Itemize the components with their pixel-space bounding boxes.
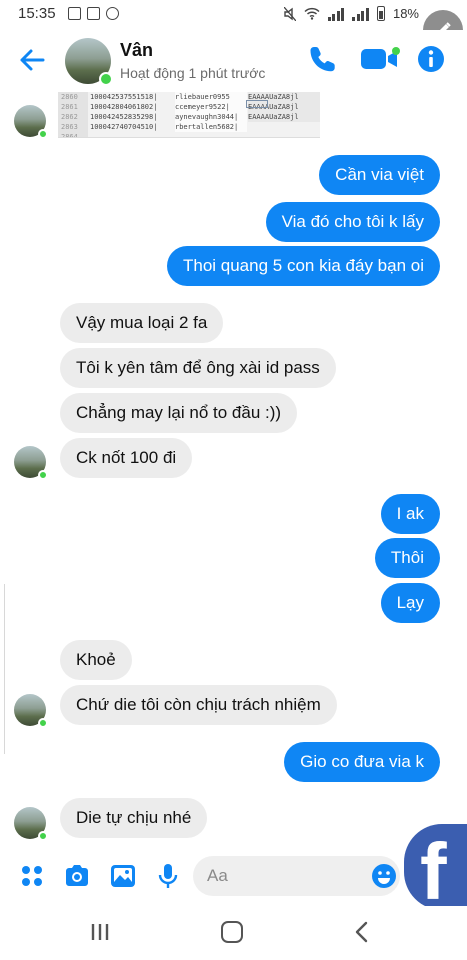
- back-arrow-icon[interactable]: [16, 44, 48, 76]
- signal-icon: [327, 7, 345, 21]
- system-icons: 18%: [283, 6, 419, 21]
- message-bubble-outgoing[interactable]: Gio co đưa via k: [284, 742, 440, 782]
- phone-icon[interactable]: [308, 44, 338, 74]
- edge-panel-handle[interactable]: [0, 584, 5, 754]
- id-column: 100042537551518| 100042804061802| 10004245…: [90, 93, 158, 131]
- system-navigation-bar: [0, 906, 467, 960]
- message-bubble-incoming[interactable]: Vậy mua loại 2 fa: [60, 303, 224, 343]
- wifi-icon: [304, 7, 320, 20]
- status-time: 15:35: [18, 5, 56, 22]
- home-icon[interactable]: [221, 921, 243, 943]
- signal-icon: [352, 7, 369, 21]
- message-bubble-outgoing[interactable]: Via đó cho tôi k lấy: [265, 202, 440, 242]
- recents-icon[interactable]: [90, 923, 110, 941]
- message-bubble-outgoing[interactable]: Thoi quang 5 con kia đáy bạn oi: [166, 246, 440, 286]
- image-icon: [68, 7, 81, 20]
- status-bar: 15:35 18%: [0, 0, 467, 30]
- contact-name[interactable]: Vân: [120, 40, 153, 61]
- message-bubble-incoming[interactable]: Die tự chịu nhé: [60, 798, 208, 838]
- online-indicator: [99, 72, 113, 86]
- conversation-header: Vân Hoạt động 1 phút trước: [0, 30, 467, 92]
- message-input[interactable]: [193, 856, 400, 896]
- message-composer: [0, 848, 467, 906]
- message-bubble-incoming[interactable]: Tôi k yên tâm để ông xài id pass: [60, 348, 336, 388]
- user-column: rliebauer0955 ccemeyer9522| aynevaughn3044…: [175, 92, 247, 132]
- mute-icon: [283, 6, 296, 21]
- menu-dots-icon[interactable]: [18, 862, 46, 890]
- gallery-icon[interactable]: [109, 862, 137, 890]
- message-bubble-incoming[interactable]: Ck nốt 100 đi: [60, 438, 193, 478]
- message-bubble-incoming[interactable]: Chẳng may lại nổ to đầu :)): [60, 393, 298, 433]
- sender-avatar: [14, 446, 48, 480]
- message-bubble-incoming[interactable]: Chứ die tôi còn chịu trách nhiệm: [60, 685, 337, 725]
- battery-percent: 18%: [392, 6, 419, 21]
- back-icon[interactable]: [352, 921, 372, 943]
- message-bubble-outgoing[interactable]: Lạy: [380, 583, 440, 623]
- messenger-icon: [106, 7, 119, 20]
- battery-icon: [376, 6, 385, 21]
- facebook-logo-overlay: f: [404, 824, 467, 910]
- sender-avatar: [14, 105, 48, 139]
- message-bubble-incoming[interactable]: Khoẻ: [60, 640, 132, 680]
- sender-avatar: [14, 807, 48, 841]
- message-bubble-outgoing[interactable]: Thôi: [374, 538, 440, 578]
- sender-avatar: [14, 694, 48, 728]
- message-thread[interactable]: 2860 2861 2862 2863 2864 100042537551518| 100…: [0, 92, 467, 844]
- facebook-logo-letter: f: [420, 827, 447, 911]
- line-numbers: 2860 2861 2862 2863 2864: [58, 92, 88, 137]
- camera-icon[interactable]: [63, 862, 91, 890]
- info-icon[interactable]: [417, 45, 445, 73]
- microphone-icon[interactable]: [154, 862, 182, 890]
- video-camera-icon[interactable]: [360, 45, 400, 73]
- image-icon: [87, 7, 100, 20]
- message-bubble-outgoing[interactable]: Cần via việt: [319, 155, 440, 195]
- message-bubble-outgoing[interactable]: I ak: [380, 494, 440, 534]
- emoji-icon[interactable]: [371, 863, 397, 889]
- shared-screenshot-image[interactable]: 2860 2861 2862 2863 2864 100042537551518| 100…: [58, 92, 320, 138]
- notification-icons: [68, 7, 119, 20]
- selection-box: [246, 100, 268, 108]
- contact-presence: Hoạt động 1 phút trước: [120, 65, 266, 81]
